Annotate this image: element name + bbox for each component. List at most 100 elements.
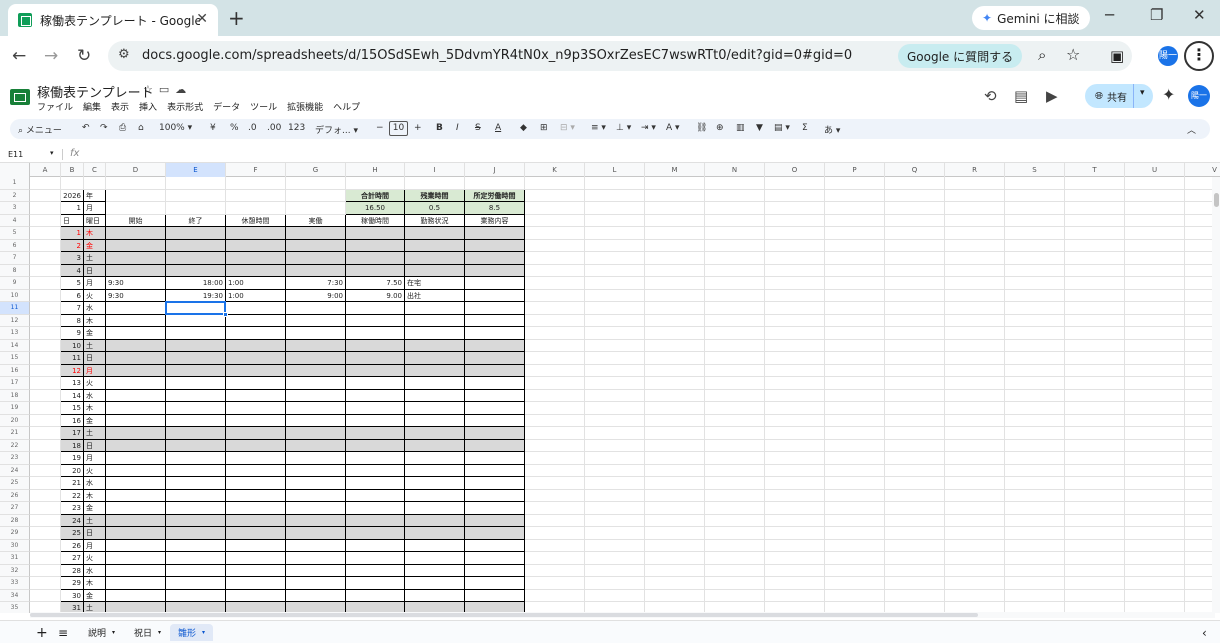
forward-icon[interactable]: → [44,46,58,66]
cell-Q9[interactable] [885,277,945,290]
cell-N8[interactable] [705,264,765,277]
cell-C6[interactable]: 金 [84,239,106,252]
share-button[interactable]: 🌐︎ 共有 ▾ [1085,84,1153,108]
font-select[interactable]: デフォ... ▾ [315,123,358,136]
cell-N20[interactable] [705,414,765,427]
cell-R9[interactable] [945,277,1005,290]
ask-google-chip[interactable]: Google に質問する [898,44,1023,68]
cell-D34[interactable] [106,589,166,602]
cell-K22[interactable] [525,439,585,452]
cell-C22[interactable]: 日 [84,439,106,452]
cell-Q19[interactable] [885,402,945,415]
cell-F1[interactable] [226,177,286,190]
currency-button[interactable]: ¥ [210,123,216,133]
cell-D28[interactable] [106,514,166,527]
cell-S24[interactable] [1005,464,1065,477]
cell-G26[interactable] [286,489,346,502]
cell-I11[interactable] [405,302,465,315]
cell-E7[interactable] [166,252,226,265]
cell-D2[interactable] [106,189,166,202]
cell-E24[interactable] [166,464,226,477]
cell-G30[interactable] [286,539,346,552]
cell-E11[interactable] [166,302,226,315]
minimize-icon[interactable]: ─ [1105,6,1114,24]
collapse-toolbar-icon[interactable]: ︿ [1187,123,1196,136]
meet-icon[interactable]: ▶ [1046,87,1058,105]
cell-B24[interactable]: 20 [61,464,84,477]
cell-T15[interactable] [1065,352,1125,365]
cell-J18[interactable] [465,389,525,402]
cell-U22[interactable] [1125,439,1185,452]
restore-icon[interactable]: ❐ [1150,6,1163,24]
cell-P6[interactable] [825,239,885,252]
cell-S3[interactable] [1005,202,1065,215]
cell-G31[interactable] [286,552,346,565]
cell-Q18[interactable] [885,389,945,402]
cell-T9[interactable] [1065,277,1125,290]
cell-F6[interactable] [226,239,286,252]
cell-R15[interactable] [945,352,1005,365]
cell-C24[interactable]: 火 [84,464,106,477]
cell-T21[interactable] [1065,427,1125,440]
cell-A16[interactable] [30,364,61,377]
cell-M3[interactable] [645,202,705,215]
cell-D6[interactable] [106,239,166,252]
row-header-25[interactable]: 25 [0,477,30,490]
cell-K27[interactable] [525,502,585,515]
row-header-34[interactable]: 34 [0,589,30,602]
cell-I15[interactable] [405,352,465,365]
row-header-26[interactable]: 26 [0,489,30,502]
row-header-12[interactable]: 12 [0,314,30,327]
cell-J10[interactable] [465,289,525,302]
column-header-D[interactable]: D [106,163,166,177]
cell-A1[interactable] [30,177,61,190]
cell-B23[interactable]: 19 [61,452,84,465]
cell-R23[interactable] [945,452,1005,465]
cell-Q7[interactable] [885,252,945,265]
cell-D31[interactable] [106,552,166,565]
cell-S8[interactable] [1005,264,1065,277]
cell-N23[interactable] [705,452,765,465]
cell-C25[interactable]: 水 [84,477,106,490]
column-header-U[interactable]: U [1125,163,1185,177]
cell-F23[interactable] [226,452,286,465]
row-header-30[interactable]: 30 [0,539,30,552]
cell-S13[interactable] [1005,327,1065,340]
cell-Q12[interactable] [885,314,945,327]
cell-M21[interactable] [645,427,705,440]
bold-icon[interactable]: B [436,123,443,133]
cell-H11[interactable] [346,302,405,315]
cell-P33[interactable] [825,577,885,590]
cell-S9[interactable] [1005,277,1065,290]
cell-G18[interactable] [286,389,346,402]
cell-P11[interactable] [825,302,885,315]
cell-K24[interactable] [525,464,585,477]
cell-U11[interactable] [1125,302,1185,315]
row-header-21[interactable]: 21 [0,427,30,440]
row-header-32[interactable]: 32 [0,564,30,577]
cell-M15[interactable] [645,352,705,365]
cell-J27[interactable] [465,502,525,515]
cell-S2[interactable] [1005,189,1065,202]
cell-R2[interactable] [945,189,1005,202]
gemini-button[interactable]: ✦ Gemini に相談 [972,6,1090,30]
cell-G6[interactable] [286,239,346,252]
browser-menu-icon[interactable]: ⋮ [1184,41,1214,71]
cell-M12[interactable] [645,314,705,327]
cell-O28[interactable] [765,514,825,527]
cell-N6[interactable] [705,239,765,252]
cell-M30[interactable] [645,539,705,552]
cell-T8[interactable] [1065,264,1125,277]
browser-tab[interactable]: 稼働表テンプレート - Google スプレ ✕ [8,4,218,36]
cell-H21[interactable] [346,427,405,440]
cell-B18[interactable]: 14 [61,389,84,402]
font-size-minus-icon[interactable]: − [376,123,384,133]
cell-J22[interactable] [465,439,525,452]
cell-K34[interactable] [525,589,585,602]
cell-Q11[interactable] [885,302,945,315]
fill-color-icon[interactable]: ◆ [520,123,527,133]
cell-L33[interactable] [585,577,645,590]
cell-B13[interactable]: 9 [61,327,84,340]
cell-A19[interactable] [30,402,61,415]
cell-F8[interactable] [226,264,286,277]
